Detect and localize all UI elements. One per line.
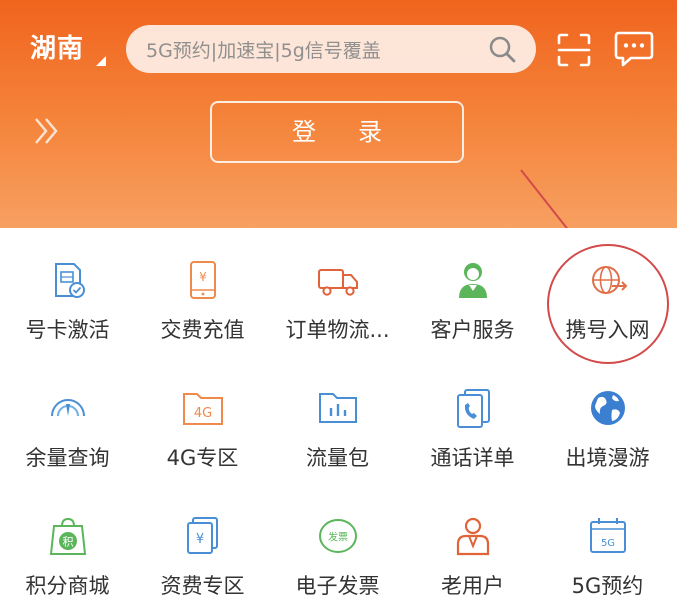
- grid-item-e-invoice[interactable]: 发票 电子发票: [270, 484, 405, 612]
- grid-item-balance-query[interactable]: 余量查询: [0, 356, 135, 484]
- svg-text:5G: 5G: [600, 538, 614, 549]
- sim-card-icon: [54, 263, 85, 298]
- grid-item-tariff-zone[interactable]: ¥ 资费专区: [135, 484, 270, 612]
- grid-item-roaming[interactable]: 出境漫游: [540, 356, 675, 484]
- search-placeholder[interactable]: 5G预约|加速宝|5g信号覆盖: [146, 36, 381, 63]
- svg-text:¥: ¥: [199, 270, 207, 284]
- 5g-calendar-icon: 5G: [589, 518, 626, 553]
- annotation-circle: [547, 244, 669, 364]
- earth-icon: [590, 391, 625, 425]
- grid-item-label: 流量包: [306, 446, 369, 470]
- double-chevron-icon[interactable]: [32, 116, 62, 146]
- grid-item-order-logistics[interactable]: 订单物流...: [270, 228, 405, 356]
- grid-item-label: 出境漫游: [565, 446, 650, 470]
- grid-item-4g-zone[interactable]: 4G 4G专区: [135, 356, 270, 484]
- grid-item-label: 订单物流...: [285, 318, 390, 342]
- call-record-icon: [456, 389, 490, 428]
- data-chart-icon: [318, 393, 357, 423]
- svg-text:4G: 4G: [193, 406, 211, 421]
- grid-item-old-user[interactable]: 老用户: [405, 484, 540, 612]
- search-icon[interactable]: [488, 35, 516, 63]
- grid-item-sim-activate[interactable]: 号卡激活: [0, 228, 135, 356]
- grid-item-label: 老用户: [441, 574, 504, 598]
- tariff-yen-icon: ¥: [186, 517, 218, 554]
- message-icon[interactable]: [614, 30, 654, 68]
- grid-item-label: 通话详单: [430, 446, 515, 470]
- grid-item-recharge[interactable]: ¥ 交费充值: [135, 228, 270, 356]
- grid-item-label: 4G专区: [166, 446, 239, 470]
- old-user-icon: [456, 517, 489, 556]
- svg-text:积: 积: [62, 536, 73, 549]
- grid-item-label: 积分商城: [25, 574, 110, 598]
- gauge-icon: [50, 399, 85, 417]
- invoice-icon: 发票: [318, 519, 357, 553]
- region-selector[interactable]: 湖南: [30, 28, 84, 65]
- customer-service-icon: [458, 263, 487, 298]
- phone-yen-icon: ¥: [189, 261, 216, 299]
- points-bag-icon: 积: [49, 517, 86, 555]
- scan-icon[interactable]: [556, 32, 592, 68]
- grid-item-label: 电子发票: [295, 574, 380, 598]
- svg-text:发票: 发票: [328, 531, 348, 544]
- 4g-folder-icon: 4G: [182, 393, 223, 425]
- login-button[interactable]: 登录: [210, 101, 464, 163]
- grid-item-call-records[interactable]: 通话详单: [405, 356, 540, 484]
- search-bar[interactable]: 5G预约|加速宝|5g信号覆盖: [126, 25, 536, 73]
- grid-item-label: 5G预约: [571, 574, 644, 598]
- grid-item-label: 号卡激活: [25, 318, 110, 342]
- grid-item-label: 余量查询: [25, 446, 110, 470]
- grid-item-label: 交费充值: [160, 318, 245, 342]
- svg-text:¥: ¥: [195, 532, 203, 547]
- region-caret-icon[interactable]: [96, 56, 106, 66]
- grid-item-label: 资费专区: [160, 574, 245, 598]
- grid-item-data-package[interactable]: 流量包: [270, 356, 405, 484]
- grid-item-5g-reservation[interactable]: 5G 5G预约: [540, 484, 675, 612]
- grid-item-customer-service[interactable]: 客户服务: [405, 228, 540, 356]
- truck-icon: [317, 269, 358, 296]
- grid-item-label: 客户服务: [430, 318, 515, 342]
- grid-item-points-mall[interactable]: 积 积分商城: [0, 484, 135, 612]
